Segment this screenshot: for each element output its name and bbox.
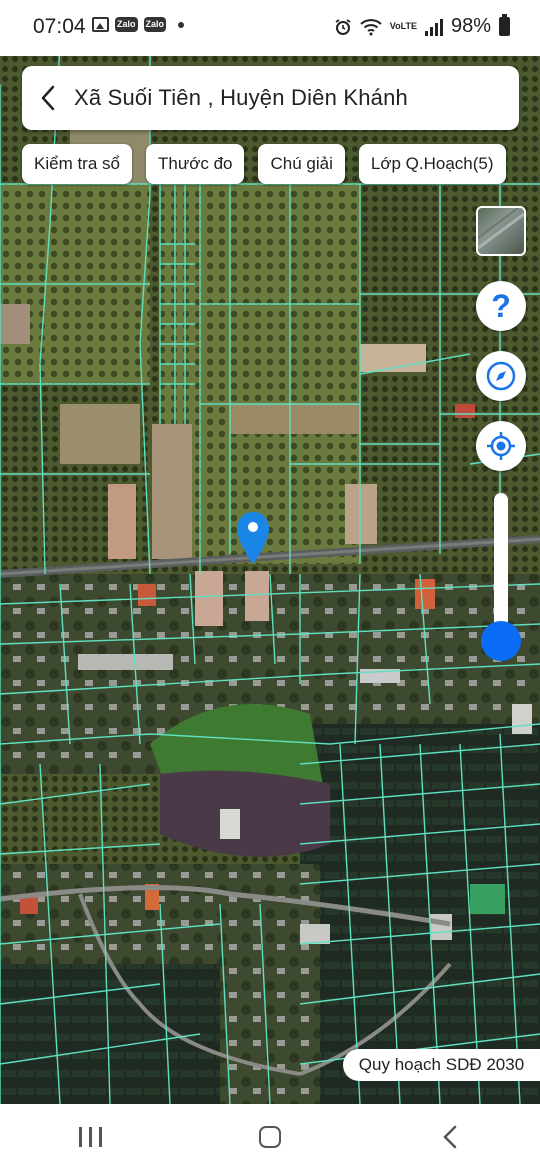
page-title: Xã Suối Tiên , Huyện Diên Khánh	[74, 85, 408, 110]
back-icon	[443, 1125, 457, 1149]
map-canvas[interactable]	[0, 44, 540, 1104]
legend-button[interactable]: Chú giải	[258, 144, 345, 184]
zalo-icon: Zalo	[143, 17, 167, 32]
signal-icon	[424, 18, 443, 36]
battery-percent: 98%	[450, 15, 491, 37]
planning-layer-button[interactable]: Lớp Q.Hoạch(5)	[358, 144, 506, 184]
help-icon: ?	[491, 288, 511, 324]
opacity-slider-thumb[interactable]	[481, 621, 521, 661]
system-back-button[interactable]	[400, 1107, 500, 1167]
status-bar: 07:04 Zalo Zalo VoLTE 98%	[0, 0, 540, 56]
check-book-button[interactable]: Kiểm tra sổ	[22, 144, 132, 184]
system-nav-bar	[0, 1104, 540, 1170]
notification-icons: Zalo Zalo	[92, 17, 185, 32]
tool-chip-row: Kiểm tra sổ Thước đo Chú giải Lớp Q.Hoạc…	[22, 144, 506, 184]
my-location-button[interactable]	[476, 421, 526, 471]
back-button[interactable]	[22, 66, 74, 130]
chevron-left-icon	[41, 85, 55, 111]
location-header: Xã Suối Tiên , Huyện Diên Khánh	[22, 66, 519, 130]
home-icon	[259, 1126, 281, 1148]
basemap-thumbnail-icon	[478, 208, 524, 250]
recents-icon	[78, 1127, 102, 1147]
location-pin[interactable]	[235, 510, 271, 566]
wifi-icon	[360, 18, 382, 35]
home-button[interactable]	[220, 1107, 320, 1167]
system-icons: VoLTE 98%	[334, 14, 510, 38]
alarm-icon	[335, 18, 351, 35]
status-time: 07:04	[33, 15, 86, 38]
planning-layer-badge[interactable]: Quy hoạch SDĐ 2030	[343, 1049, 540, 1081]
dot-icon	[178, 21, 185, 28]
help-button[interactable]: ?	[476, 281, 526, 331]
recents-button[interactable]	[40, 1107, 140, 1167]
crosshair-location-icon	[487, 432, 515, 460]
map-pin-icon	[237, 512, 269, 564]
compass-button[interactable]	[476, 351, 526, 401]
basemap-switch-button[interactable]	[476, 206, 526, 256]
measure-button[interactable]: Thước đo	[145, 144, 245, 184]
satellite-map[interactable]	[0, 44, 540, 1104]
volte-icon: VoLTE	[389, 21, 417, 31]
zalo-icon: Zalo	[115, 17, 138, 32]
battery-icon	[499, 14, 510, 36]
photo-icon	[92, 17, 109, 32]
compass-icon	[486, 361, 516, 391]
